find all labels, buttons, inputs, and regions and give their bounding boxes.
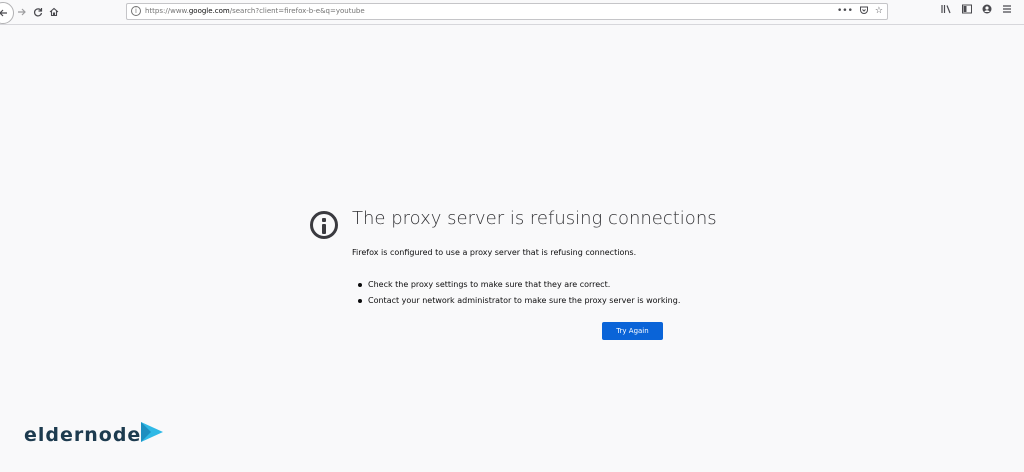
url-bar[interactable]: i https://www.google.com/search?client=f…: [126, 3, 888, 20]
page-actions-icon[interactable]: •••: [837, 5, 853, 20]
sidebar-icon[interactable]: [962, 4, 972, 20]
play-icon: [141, 422, 164, 442]
back-button[interactable]: [0, 2, 14, 24]
forward-icon: [18, 8, 26, 16]
suggestion-list: Check the proxy settings to make sure th…: [358, 277, 680, 309]
eldernode-logo: eldernode: [24, 422, 165, 446]
error-description: Firefox is configured to use a proxy ser…: [352, 248, 637, 257]
library-icon[interactable]: [941, 4, 952, 20]
home-icon: [49, 7, 59, 17]
info-icon: [310, 211, 338, 239]
browser-toolbar: i https://www.google.com/search?client=f…: [0, 0, 1024, 25]
error-title: The proxy server is refusing connections: [352, 208, 717, 229]
reload-icon: [33, 8, 43, 17]
logo-text: eldernode: [24, 424, 142, 446]
info-icon[interactable]: i: [131, 6, 141, 16]
account-icon[interactable]: [982, 4, 992, 20]
forward-button[interactable]: [14, 4, 30, 20]
url-text[interactable]: https://www.google.com/search?client=fir…: [145, 6, 365, 17]
menu-icon[interactable]: [1002, 4, 1012, 20]
pocket-icon[interactable]: [859, 5, 869, 20]
bookmark-star-icon[interactable]: ☆: [875, 5, 883, 20]
reload-button[interactable]: [30, 4, 46, 20]
list-item: Check the proxy settings to make sure th…: [358, 277, 680, 293]
try-again-button[interactable]: Try Again: [602, 322, 663, 340]
back-icon: [0, 9, 7, 17]
list-item: Contact your network administrator to ma…: [358, 293, 680, 309]
home-button[interactable]: [46, 4, 62, 20]
